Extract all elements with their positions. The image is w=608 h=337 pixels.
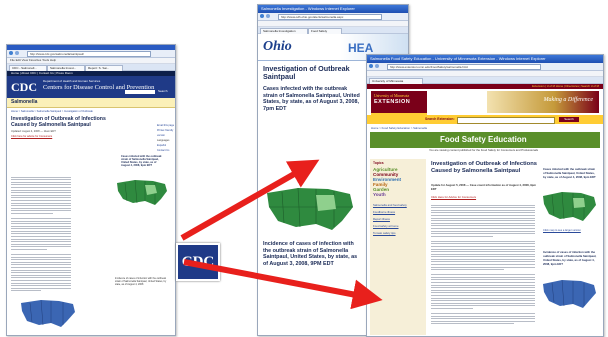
- arrow-to-umn: [183, 259, 383, 310]
- arrow-to-ohio: [180, 159, 320, 241]
- annotation-arrows: [180, 159, 383, 310]
